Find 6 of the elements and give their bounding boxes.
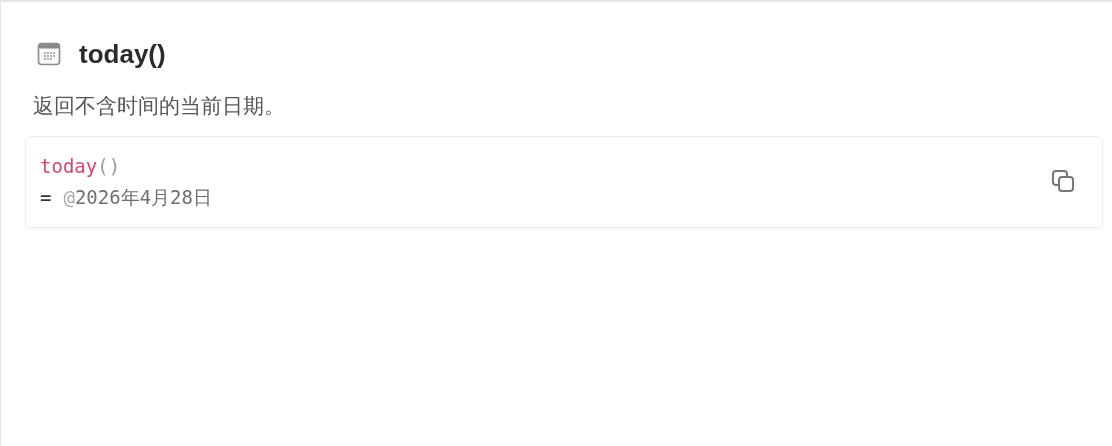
code-line: today() — [40, 154, 121, 179]
calendar-icon — [37, 42, 61, 66]
function-title: today() — [79, 38, 166, 71]
copy-icon — [1051, 169, 1077, 195]
code-line: = @2026年4月28日 — [40, 185, 212, 210]
description-text: 返回不含时间的当前日期。 — [32, 93, 286, 119]
